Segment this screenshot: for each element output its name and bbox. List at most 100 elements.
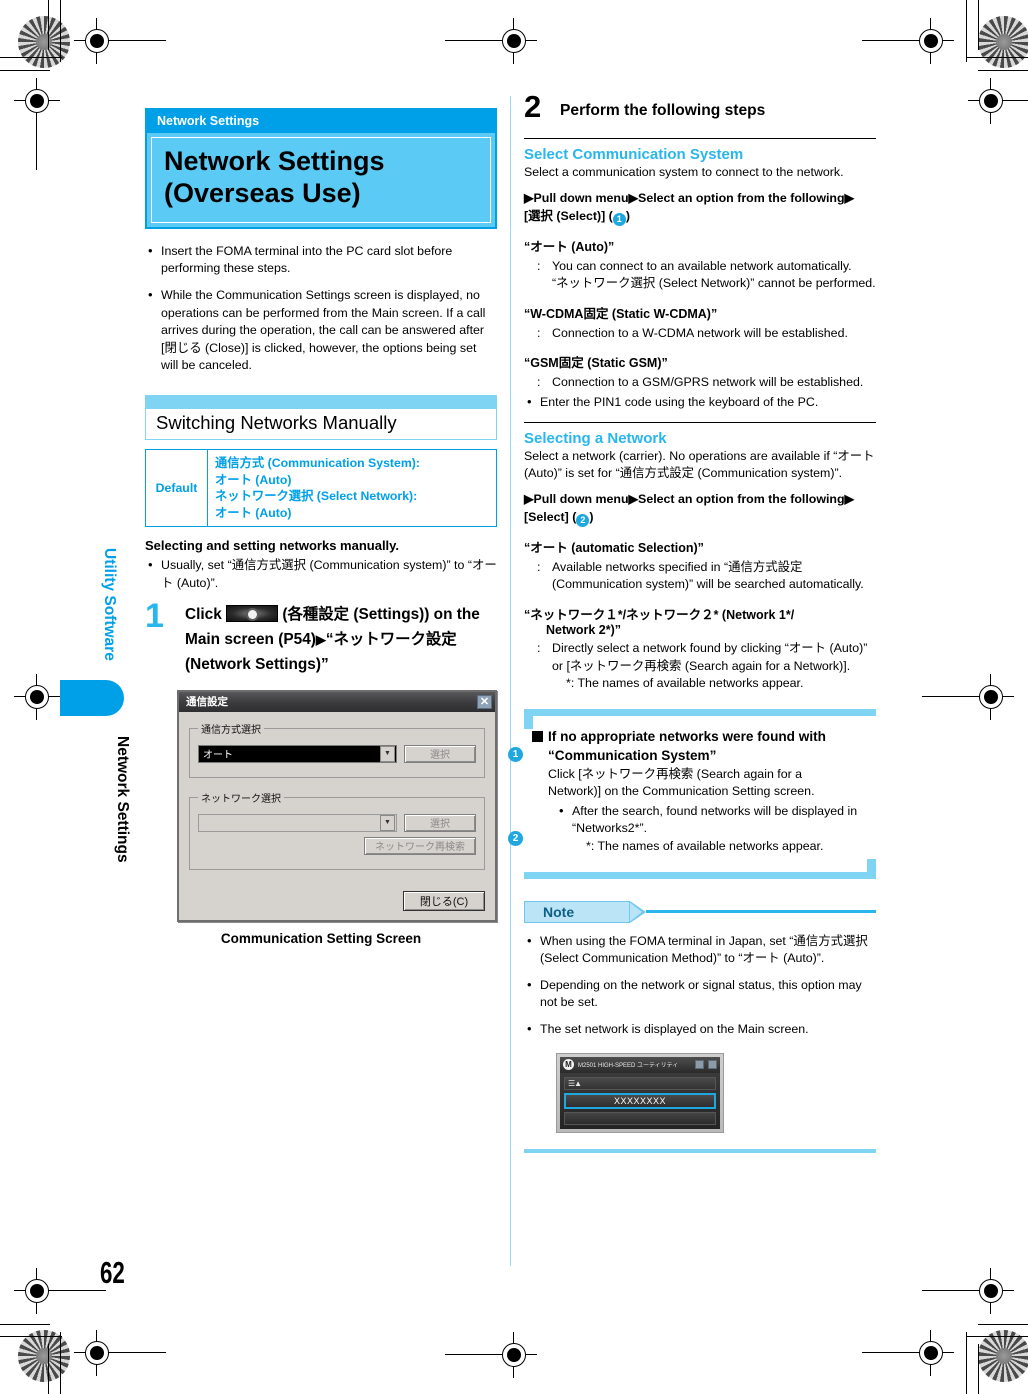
column-divider: [510, 96, 512, 1266]
chapter-title-box: Network Settings Network Settings (Overs…: [145, 108, 497, 229]
term-network-1-2-line-1: “ネットワーク１*/ネットワーク２* (Network 1*/: [524, 608, 795, 623]
main-screen-screenshot: M M2501 HIGH-SPEED ユーティリティ ☰▲ XXXXXXXX: [556, 1052, 724, 1133]
registration-mark-top-left: [74, 18, 166, 64]
info-box-bullet-line-1: After the search, found networks will be…: [572, 803, 858, 818]
sec2-path-prefix: ▶Pull down menu▶Select an option from th…: [524, 491, 855, 506]
list-item: Enter the PIN1 code using the keyboard o…: [524, 393, 876, 412]
sec1-bullet-list: Enter the PIN1 code using the keyboard o…: [524, 393, 876, 412]
crop-mark-tr-v2: [978, 0, 980, 50]
note-bullet-list: When using the FOMA terminal in Japan, s…: [524, 932, 876, 1039]
subsection-select-communication-system: Select Communication System: [524, 146, 744, 163]
info-box-body-line-2: Network)] on the Communication Setting s…: [548, 784, 815, 799]
network-research-button[interactable]: ネットワーク再検索: [364, 836, 476, 855]
crop-mark-bl-h: [0, 1336, 62, 1338]
chapter-eyebrow: Network Settings: [147, 110, 495, 133]
definition-colon: :: [537, 641, 541, 656]
communication-setting-screenshot: 通信設定 ✕ 通信方式選択 オート ▼ 選択 ネットワーク選択 ▼ 選択 ネット…: [177, 689, 523, 922]
term-static-gsm-definition: : Connection to a GSM/GPRS network will …: [524, 374, 876, 392]
term-static-wcdma: “W-CDMA固定 (Static W-CDMA)”: [524, 306, 718, 321]
registration-mark-top-center: [445, 18, 537, 64]
group-communication-system-legend: 通信方式選択: [201, 724, 261, 736]
close-icon[interactable]: [708, 1060, 717, 1070]
info-box-bullet-line-2: “Networks2*”.: [572, 821, 648, 836]
close-icon[interactable]: ✕: [477, 694, 492, 709]
term-network-def-line-1: Directly select a network found by click…: [552, 641, 868, 656]
crop-mark-br-h: [966, 1336, 1028, 1338]
chevron-down-icon[interactable]: ▼: [380, 745, 395, 762]
definition-colon: :: [537, 258, 541, 273]
network-selection-dropdown[interactable]: ▼: [198, 813, 397, 832]
registration-mark-bottom-right-upper: [922, 1268, 1014, 1314]
main-screen-body: ☰▲ XXXXXXXX: [560, 1072, 720, 1129]
crop-mark-bl-h2: [0, 1324, 50, 1326]
sec2-path-close: ): [589, 509, 594, 524]
step-1-number: 1: [145, 596, 164, 635]
registration-mark-bottom-left: [74, 1330, 166, 1376]
crop-mark-br-v2: [978, 1344, 980, 1394]
communication-system-row: オート ▼ 選択: [198, 744, 476, 763]
dialog-title-text: 通信設定: [186, 696, 228, 708]
app-logo-icon: M: [563, 1059, 574, 1071]
chevron-down-icon[interactable]: ▼: [380, 814, 395, 831]
registration-mark-mid-right: [922, 674, 1014, 720]
network-selection-row: ▼ 選択: [198, 813, 476, 832]
term-network-def-line-2: or [ネットワーク再検索 (Search again for a Networ…: [552, 658, 851, 673]
sec1-path-prefix: ▶Pull down menu▶Select an option from th…: [524, 190, 855, 205]
definition-colon: :: [537, 325, 541, 340]
info-box-title: If no appropriate networks were found wi…: [532, 727, 870, 766]
callout-1: 1: [508, 746, 523, 762]
callout-2: 2: [508, 830, 523, 846]
step-1-text-before-icon: Click: [185, 605, 222, 623]
chapter-title-inner: Network Settings (Overseas Use): [151, 137, 491, 223]
term-static-gsm-def-line-1: Connection to a GSM/GPRS network will be…: [552, 375, 864, 390]
communication-system-select-button[interactable]: 選択: [404, 744, 476, 763]
network-selection-select-button[interactable]: 選択: [404, 813, 476, 832]
main-screen-titlebar: M M2501 HIGH-SPEED ユーティリティ: [560, 1056, 720, 1073]
main-screen-extra-row: [564, 1111, 716, 1125]
list-item: When using the FOMA terminal in Japan, s…: [524, 932, 876, 968]
note-bottom-rule: [524, 1148, 876, 1153]
info-box-body: If no appropriate networks were found wi…: [524, 716, 876, 872]
page-number: 62: [100, 1255, 125, 1290]
crop-mark-br-v: [966, 1332, 968, 1394]
info-box-title-line-2: “Communication System”: [548, 748, 717, 764]
term-network-1-2: “ネットワーク１*/ネットワーク２* (Network 1*/ Network …: [524, 604, 876, 637]
info-box-top-bar: [533, 708, 876, 716]
default-line-3: ネットワーク選択 (Select Network):: [215, 489, 418, 504]
term-network-1-2-definition: : Directly select a network found by cli…: [524, 640, 876, 693]
info-box-edge-left: [524, 708, 533, 729]
registration-mark-top-right-lower: [968, 78, 1028, 124]
step-1-body: Click (各種設定 (Settings)) on the Main scre…: [185, 603, 497, 678]
registration-mark-top-left-lower: [14, 78, 60, 170]
term-network-def-footnote: *: The names of available networks appea…: [566, 676, 804, 691]
list-item: The set network is displayed on the Main…: [524, 1020, 876, 1039]
registration-mark-top-right: [862, 18, 954, 64]
communication-system-dropdown[interactable]: オート ▼: [198, 744, 397, 763]
registration-mark-bottom-center: [445, 1332, 537, 1378]
callout-2-inline: 2: [576, 513, 590, 527]
term-network-1-2-line-2: Network 2*)”: [546, 623, 622, 638]
list-item: Insert the FOMA terminal into the PC car…: [145, 242, 497, 278]
minimize-icon[interactable]: [695, 1060, 704, 1070]
section-header-bar: [146, 396, 496, 410]
intro-bullet-list: Insert the FOMA terminal into the PC car…: [145, 242, 497, 375]
term-auto-def-line-2: “ネットワーク選択 (Select Network)” cannot be pe…: [552, 276, 876, 291]
dialog-close-button[interactable]: 閉じる(C): [403, 890, 485, 911]
step-2-number: 2: [524, 89, 542, 124]
crop-mark-tr-h: [966, 57, 1028, 59]
crop-mark-tl-h: [0, 57, 62, 59]
sidebar-label-network-settings: Network Settings: [114, 736, 131, 863]
manual-selection-lead: Selecting and setting networks manually.: [145, 538, 400, 554]
note-box: Note When using the FOMA terminal in Jap…: [524, 900, 876, 1153]
list-item: Depending on the network or signal statu…: [524, 976, 876, 1012]
info-box-body-line-1: Click [ネットワーク再検索 (Search again for a: [548, 766, 803, 781]
default-line-1: 通信方式 (Communication System):: [215, 456, 420, 471]
term-automatic-selection: “オート (automatic Selection)”: [524, 540, 704, 555]
sidebar-label-utility-software: Utility Software: [101, 548, 118, 661]
side-tab-marker: [60, 680, 124, 716]
left-column: Network Settings Network Settings (Overs…: [145, 108, 523, 946]
term-automatic-selection-definition: : Available networks specified in “通信方式設…: [524, 559, 876, 594]
sec1-intro: Select a communication system to connect…: [524, 165, 844, 179]
crop-mark-br-h2: [978, 1324, 1028, 1326]
note-tag-arrow: [628, 900, 642, 923]
